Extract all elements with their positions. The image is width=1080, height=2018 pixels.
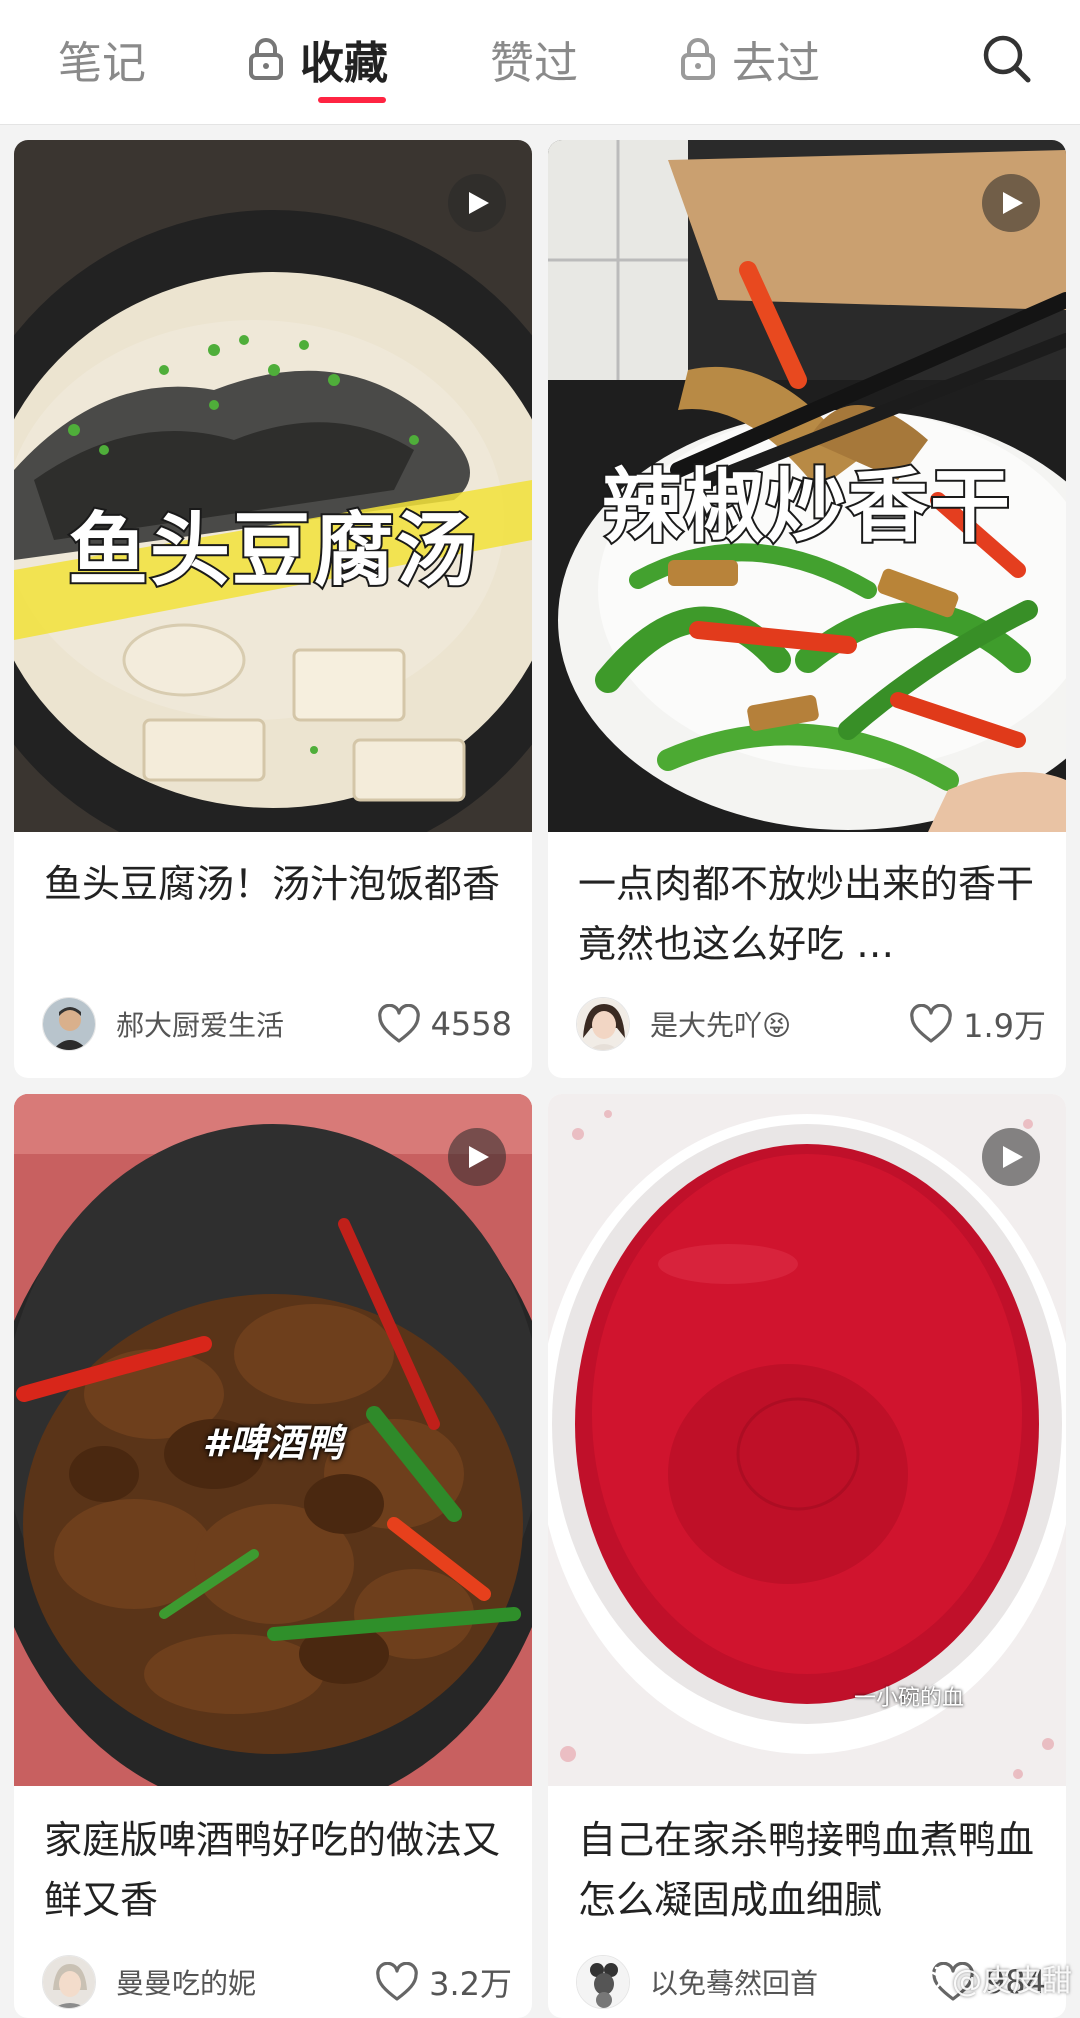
author-avatar[interactable]	[576, 997, 630, 1051]
note-card[interactable]: 鱼头豆腐汤 鱼头豆腐汤！汤汁泡饭都香 郝大厨爱生活 4558	[14, 140, 532, 1078]
note-cover-image[interactable]: 一小碗的血	[548, 1094, 1066, 1786]
lock-icon	[249, 38, 283, 80]
tab-liked-label: 赞过	[490, 38, 578, 89]
author-name[interactable]: 曼曼吃的妮	[116, 1962, 256, 2002]
author-name[interactable]: 是大先吖😝	[650, 1004, 791, 1044]
like-button[interactable]: 1.9万	[909, 1001, 1046, 1047]
avatar-image	[43, 1956, 95, 2008]
video-badge	[448, 174, 506, 232]
tab-notes[interactable]: 笔记	[58, 28, 146, 90]
tab-collections-label: 收藏	[300, 38, 388, 89]
author-avatar[interactable]	[42, 997, 96, 1051]
avatar-image	[577, 1956, 629, 2008]
like-count: 1.9万	[963, 1007, 1046, 1045]
note-meta: 是大先吖😝 1.9万	[576, 994, 1046, 1054]
note-cover-image[interactable]: #啤酒鸭	[14, 1094, 532, 1786]
tab-collections[interactable]: 收藏	[248, 28, 388, 90]
note-cover-image[interactable]: 鱼头豆腐汤	[14, 140, 532, 832]
note-card[interactable]: #啤酒鸭 家庭版啤酒鸭好吃的做法又鲜又香 曼曼吃的妮 3.2万	[14, 1094, 532, 2018]
tab-visited-label: 去过	[732, 38, 820, 89]
play-icon	[1003, 192, 1023, 214]
note-title[interactable]: 家庭版啤酒鸭好吃的做法又鲜又香	[44, 1810, 514, 1930]
play-icon	[469, 192, 489, 214]
note-title[interactable]: 自己在家杀鸭接鸭血煮鸭血怎么凝固成血细腻	[578, 1810, 1048, 1930]
active-tab-indicator	[318, 97, 386, 103]
profile-tab-bar: 笔记 收藏 赞过 去过	[0, 0, 1080, 125]
heart-icon	[910, 1004, 952, 1043]
note-card[interactable]: 辣椒炒香干 一点肉都不放炒出来的香干竟然也这么好吃 … 是大先吖😝 1.9万	[548, 140, 1066, 1078]
like-count: 4558	[430, 1005, 512, 1043]
author-name[interactable]: 以免蓦然回首	[650, 1962, 818, 2002]
cover-caption: 辣椒炒香干	[600, 458, 1012, 555]
note-meta: 曼曼吃的妮 3.2万	[42, 1952, 512, 2012]
note-cover-image[interactable]: 辣椒炒香干	[548, 140, 1066, 832]
video-badge	[448, 1128, 506, 1186]
note-title[interactable]: 一点肉都不放炒出来的香干竟然也这么好吃 …	[578, 854, 1048, 974]
like-button[interactable]: 4558	[377, 1004, 512, 1044]
lock-icon	[681, 38, 715, 80]
note-meta: 郝大厨爱生活 4558	[42, 994, 512, 1054]
video-badge	[982, 174, 1040, 232]
heart-icon	[377, 1004, 420, 1043]
cover-caption: 鱼头豆腐汤	[66, 502, 478, 599]
author-avatar[interactable]	[42, 1955, 96, 2009]
avatar-image	[577, 998, 629, 1050]
tab-liked[interactable]: 赞过	[490, 28, 578, 90]
weibo-icon	[912, 1966, 945, 1992]
cover-caption: 一小碗的血	[853, 1686, 964, 1711]
like-count: 3.2万	[429, 1965, 512, 2003]
watermark-text: @皮皮甜	[952, 1964, 1072, 1999]
author-name[interactable]: 郝大厨爱生活	[116, 1004, 284, 1044]
like-button[interactable]: 3.2万	[375, 1959, 512, 2005]
note-title[interactable]: 鱼头豆腐汤！汤汁泡饭都香	[44, 854, 514, 914]
weibo-watermark: @皮皮甜	[912, 1956, 1072, 2000]
cover-caption: #啤酒鸭	[202, 1421, 344, 1465]
author-avatar[interactable]	[576, 1955, 630, 2009]
note-card[interactable]: 一小碗的血 自己在家杀鸭接鸭血煮鸭血怎么凝固成血细腻 以免蓦然回首 984	[548, 1094, 1066, 2018]
play-icon	[1003, 1146, 1023, 1168]
avatar-image	[43, 998, 95, 1050]
search-icon[interactable]	[978, 30, 1034, 86]
tab-notes-label: 笔记	[58, 38, 146, 89]
play-icon	[469, 1146, 489, 1168]
video-badge	[982, 1128, 1040, 1186]
tab-visited[interactable]: 去过	[680, 28, 820, 90]
heart-icon	[376, 1962, 418, 2001]
